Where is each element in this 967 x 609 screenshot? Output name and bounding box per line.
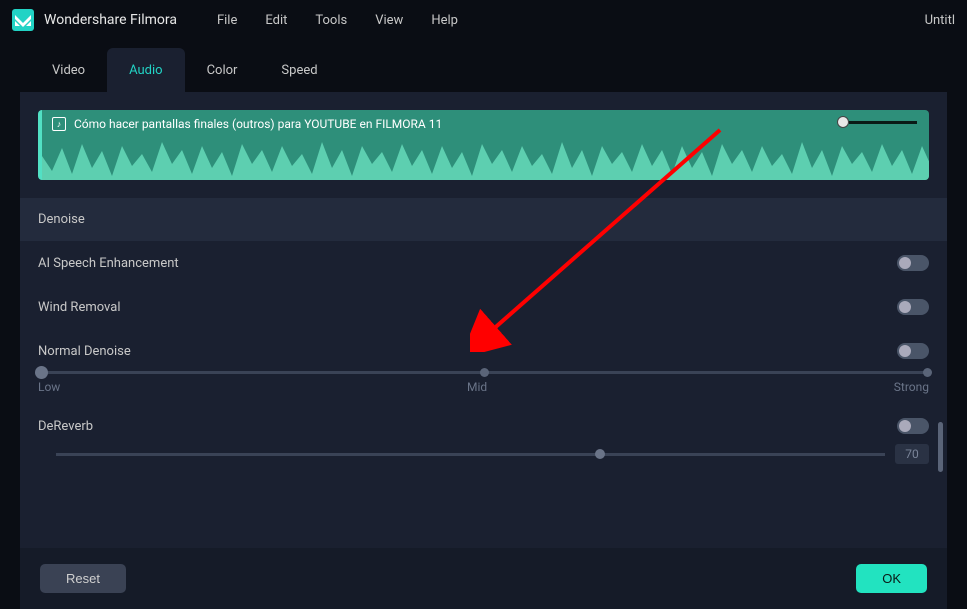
dereverb-slider[interactable] <box>56 453 885 456</box>
normal-denoise-toggle[interactable] <box>897 343 929 359</box>
slider-tick-end <box>923 368 932 377</box>
audio-tab-content: ♪ Cómo hacer pantallas finales (outros) … <box>20 92 947 548</box>
normal-denoise-slider[interactable] <box>38 371 929 374</box>
reset-button[interactable]: Reset <box>40 564 126 593</box>
inspector-panel: Video Audio Color Speed ♪ Cómo hacer pan… <box>20 48 947 548</box>
ai-speech-label: AI Speech Enhancement <box>38 256 179 271</box>
wind-removal-label: Wind Removal <box>38 300 121 315</box>
app-name: Wondershare Filmora <box>44 12 177 28</box>
document-title: Untitl <box>925 13 955 28</box>
dereverb-value[interactable]: 70 <box>895 444 929 464</box>
music-note-icon: ♪ <box>52 117 66 131</box>
ok-button[interactable]: OK <box>856 564 927 593</box>
dereverb-slider-thumb[interactable] <box>595 449 605 459</box>
clip-title: Cómo hacer pantallas finales (outros) pa… <box>74 117 442 131</box>
menu-view[interactable]: View <box>375 13 403 28</box>
scrub-track <box>849 121 917 124</box>
menu-bar: File Edit Tools View Help <box>217 13 458 28</box>
menu-tools[interactable]: Tools <box>315 13 347 28</box>
ai-speech-row: AI Speech Enhancement <box>20 241 947 285</box>
slider-label-strong: Strong <box>894 380 929 394</box>
menu-file[interactable]: File <box>217 13 237 28</box>
clip-scrub[interactable] <box>837 116 917 128</box>
tab-audio[interactable]: Audio <box>107 48 184 92</box>
footer: Reset OK <box>20 548 947 609</box>
app-logo-icon <box>12 9 34 31</box>
fade-overlay <box>20 538 947 548</box>
normal-denoise-row: Normal Denoise <box>20 329 947 363</box>
clip-header: ♪ Cómo hacer pantallas finales (outros) … <box>42 110 929 138</box>
title-bar: Wondershare Filmora File Edit Tools View… <box>0 0 967 40</box>
tab-color[interactable]: Color <box>185 48 260 92</box>
normal-denoise-slider-wrap: Low Mid Strong <box>20 371 947 404</box>
tab-speed[interactable]: Speed <box>259 48 339 92</box>
dereverb-row: DeReverb <box>20 404 947 440</box>
slider-tick-mid <box>480 368 489 377</box>
dereverb-toggle[interactable] <box>897 418 929 434</box>
waveform-icon <box>42 136 929 180</box>
dereverb-label: DeReverb <box>38 419 93 434</box>
scrollbar-thumb[interactable] <box>938 422 943 472</box>
wind-removal-row: Wind Removal <box>20 285 947 329</box>
dereverb-slider-row: 70 <box>20 440 947 468</box>
wind-removal-toggle[interactable] <box>897 299 929 315</box>
menu-help[interactable]: Help <box>431 13 458 28</box>
slider-label-mid: Mid <box>467 380 487 394</box>
menu-edit[interactable]: Edit <box>265 13 287 28</box>
slider-label-low: Low <box>38 380 60 394</box>
tab-video[interactable]: Video <box>30 48 107 92</box>
slider-labels: Low Mid Strong <box>38 380 929 394</box>
slider-thumb[interactable] <box>35 366 48 379</box>
audio-clip[interactable]: ♪ Cómo hacer pantallas finales (outros) … <box>38 110 929 180</box>
denoise-section-header[interactable]: Denoise <box>20 198 947 241</box>
scrub-handle-icon[interactable] <box>837 116 849 128</box>
tab-row: Video Audio Color Speed <box>20 48 947 92</box>
ai-speech-toggle[interactable] <box>897 255 929 271</box>
normal-denoise-label: Normal Denoise <box>38 344 131 359</box>
